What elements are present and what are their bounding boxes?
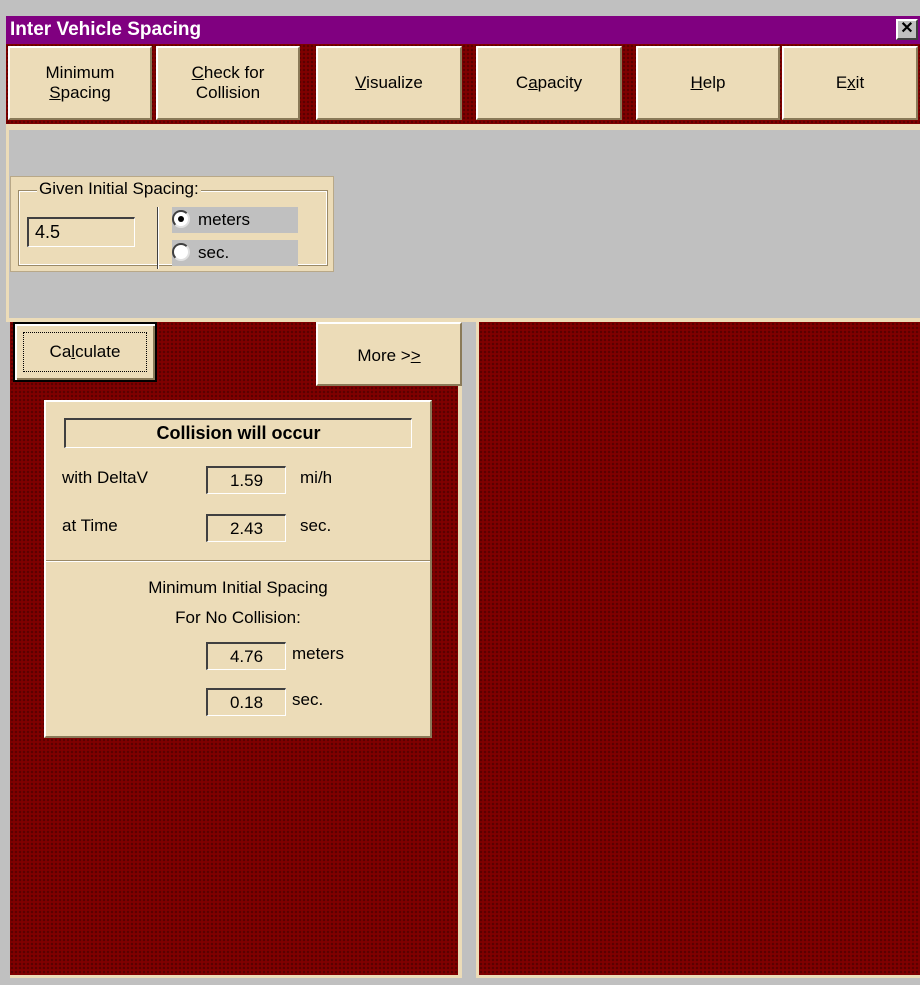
meters-radio[interactable] [172,210,190,228]
exit-label-pre: E [835,73,848,92]
panel-gap [462,322,476,978]
result-divider [46,560,430,562]
title-bar: Inter Vehicle Spacing ✕ [6,16,920,44]
sec-radio[interactable] [172,243,190,261]
collision-result-box: Collision will occur with DeltaV 1.59 mi… [44,400,432,738]
min-spacing-meters-unit: meters [292,644,344,663]
visualize-label: isualize [366,73,423,92]
sec-radio-label: sec. [198,243,230,262]
capacity-accel: a [528,73,538,92]
minimum-spacing-label-line2: pacing [60,83,111,102]
unit-meters-option[interactable]: meters [172,207,298,233]
deltav-value: 1.59 [206,466,286,494]
calculate-label-pre: Ca [49,342,72,361]
more-label: More > [357,346,411,365]
capacity-button[interactable]: Capacity [476,46,622,120]
time-value: 2.43 [206,514,286,542]
check-for-collision-button[interactable]: Check for Collision [156,46,300,120]
calculate-button[interactable]: Calculate [13,322,157,382]
min-spacing-heading: Minimum Initial Spacing [148,578,328,597]
visualize-accel: V [355,73,367,92]
check-collision-accel: C [191,63,204,82]
min-spacing-sec-value: 0.18 [206,688,286,716]
no-collision-heading: For No Collision: [175,608,301,627]
help-label: elp [702,73,726,92]
initial-spacing-legend: Given Initial Spacing: [37,179,201,199]
menu-bar: Minimum Spacing Check for Collision Visu… [6,44,920,124]
more-accel: > [410,346,421,365]
deltav-label: with DeltaV [62,468,148,487]
window-bottom-edge [6,978,920,985]
help-button[interactable]: Help [636,46,780,120]
time-label: at Time [62,516,118,535]
exit-label: it [855,73,865,92]
collision-status: Collision will occur [64,418,412,448]
app-window: Inter Vehicle Spacing ✕ Minimum Spacing … [0,0,920,985]
minimum-spacing-label-line1: Minimum [45,63,115,82]
help-accel: H [690,73,703,92]
calculate-label: culate [75,342,121,361]
meters-radio-label: meters [198,210,250,229]
minimum-spacing-accel: S [49,83,61,102]
check-collision-label-line1: heck for [203,63,265,82]
close-icon: ✕ [900,20,914,37]
visualization-panel [476,322,920,978]
minimum-spacing-button[interactable]: Minimum Spacing [8,46,152,120]
radio-selected-dot [178,216,184,222]
check-collision-label-line2: Collision [195,83,261,102]
group-separator [157,207,159,269]
min-spacing-meters-value: 4.76 [206,642,286,670]
deltav-unit: mi/h [300,468,333,487]
close-button[interactable]: ✕ [896,19,918,40]
window-title: Inter Vehicle Spacing [10,19,202,40]
more-button[interactable]: More >> [316,322,462,386]
unit-sec-option[interactable]: sec. [172,240,298,266]
initial-spacing-input[interactable]: 4.5 [27,217,135,247]
time-unit: sec. [300,516,332,535]
capacity-label: pacity [537,73,583,92]
min-spacing-sec-unit: sec. [292,690,324,709]
visualize-button[interactable]: Visualize [316,46,462,120]
exit-button[interactable]: Exit [782,46,918,120]
exit-accel: x [847,73,856,92]
capacity-label-pre: C [515,73,529,92]
